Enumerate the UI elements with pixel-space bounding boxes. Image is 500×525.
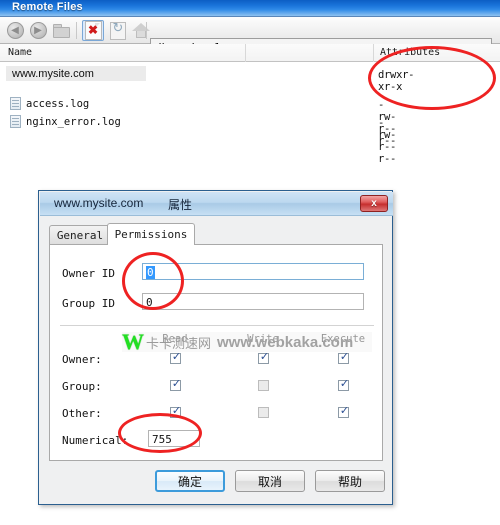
dialog-title-bar[interactable]: www.mysite.com 属性 x: [40, 192, 393, 216]
refresh-button[interactable]: [107, 20, 129, 41]
open-folder-button[interactable]: [50, 20, 72, 41]
dialog-title-suffix: 属性: [168, 198, 193, 212]
ok-button[interactable]: 确定: [155, 470, 225, 492]
owner-id-label: Owner ID: [62, 267, 115, 280]
owner-id-value: 0: [146, 266, 155, 279]
file-attributes: drwxr-xr-x: [378, 69, 415, 93]
file-list-header: Name Attributes: [0, 44, 500, 62]
stop-page-icon: ✖: [84, 21, 102, 40]
file-attributes: -rw-r--r--: [378, 117, 397, 165]
dialog-title-name: www.mysite.com: [54, 196, 144, 210]
refresh-icon: [110, 21, 126, 40]
file-name[interactable]: access.log: [26, 98, 89, 110]
watermark-url: www.webkaka.com: [217, 333, 354, 351]
numerical-label: Numerical:: [62, 434, 129, 447]
folder-icon: [52, 23, 70, 38]
close-icon[interactable]: x: [360, 195, 388, 212]
owner-id-field[interactable]: 0: [142, 263, 364, 280]
checkbox-owner-write[interactable]: [258, 351, 270, 364]
home-button[interactable]: [130, 20, 152, 41]
panel-divider-1: [60, 325, 374, 326]
group-id-value: 0: [146, 296, 153, 309]
checkbox-owner-execute[interactable]: [338, 351, 350, 364]
cancel-button[interactable]: 取消: [235, 470, 305, 492]
numerical-field[interactable]: 755: [148, 430, 200, 447]
stop-button[interactable]: ✖: [82, 20, 104, 41]
screenshot-root: Remote Files ◀ ▶ ✖ /home/wwwl: [0, 0, 500, 525]
checkbox-owner-read[interactable]: [170, 351, 182, 364]
forward-button[interactable]: ▶: [27, 20, 49, 41]
column-header-attributes[interactable]: Attributes: [380, 47, 440, 58]
window-title: Remote Files: [12, 1, 83, 13]
toolbar-separator-2: [146, 22, 147, 39]
file-icon: [10, 97, 21, 110]
window-title-bar: Remote Files: [0, 0, 500, 17]
home-icon: [132, 23, 150, 38]
checkbox-group-execute[interactable]: [338, 378, 350, 391]
watermark-logo: W: [122, 329, 144, 354]
back-arrow-icon: ◀: [6, 22, 24, 39]
toolbar: ◀ ▶ ✖ /home/wwwlogs: [0, 17, 500, 57]
watermark-brand: 卡卡测速网: [146, 336, 212, 352]
toolbar-separator-1: [76, 22, 77, 39]
checkbox-other-write[interactable]: [258, 407, 269, 418]
checkbox-other-read[interactable]: [170, 405, 182, 418]
forward-arrow-icon: ▶: [29, 22, 47, 39]
column-divider-2[interactable]: [373, 44, 374, 62]
checkbox-group-read[interactable]: [170, 378, 182, 391]
checkbox-other-execute[interactable]: [338, 405, 350, 418]
permissions-row-other-label: Other:: [62, 407, 102, 420]
watermark: W 卡卡测速网 www.webkaka.com: [122, 329, 372, 354]
help-button[interactable]: 帮助: [315, 470, 385, 492]
close-label: x: [371, 198, 377, 209]
permissions-row-owner-label: Owner:: [62, 353, 102, 366]
permissions-panel: Owner ID 0 Group ID 0 Read Write Execute…: [49, 244, 383, 461]
numerical-value: 755: [152, 433, 172, 446]
back-button[interactable]: ◀: [4, 20, 26, 41]
column-header-name[interactable]: Name: [8, 47, 32, 58]
file-name[interactable]: www.mysite.com: [12, 68, 94, 80]
file-name[interactable]: nginx_error.log: [26, 116, 121, 128]
permissions-row-group-label: Group:: [62, 380, 102, 393]
group-id-field[interactable]: 0: [142, 293, 364, 310]
tab-permissions[interactable]: Permissions: [107, 223, 195, 245]
group-id-label: Group ID: [62, 297, 115, 310]
checkbox-group-write[interactable]: [258, 380, 269, 391]
file-icon: [10, 115, 21, 128]
column-divider-1[interactable]: [245, 44, 246, 62]
tab-general[interactable]: General: [49, 225, 111, 244]
